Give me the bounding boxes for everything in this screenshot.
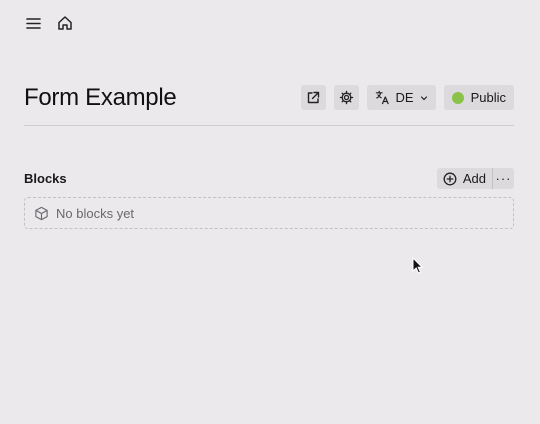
top-bar bbox=[24, 14, 74, 32]
add-block-label: Add bbox=[462, 171, 486, 186]
more-options-button[interactable]: ··· bbox=[493, 168, 514, 189]
empty-blocks-placeholder[interactable]: No blocks yet bbox=[24, 197, 514, 229]
mouse-cursor-icon bbox=[412, 257, 424, 274]
plus-circle-icon bbox=[443, 172, 457, 185]
translate-icon bbox=[375, 90, 389, 105]
settings-button[interactable] bbox=[333, 85, 359, 110]
gear-icon bbox=[339, 90, 353, 105]
language-value: DE bbox=[395, 90, 414, 105]
empty-blocks-text: No blocks yet bbox=[56, 205, 135, 221]
status-label: Public bbox=[470, 90, 506, 105]
open-preview-button[interactable] bbox=[300, 85, 326, 110]
page-header: Form Example DE Public bbox=[24, 82, 514, 126]
blocks-title: Blocks bbox=[24, 171, 67, 186]
add-block-button[interactable]: Add bbox=[437, 168, 492, 189]
external-link-icon bbox=[307, 91, 320, 103]
cube-icon bbox=[35, 206, 48, 220]
home-icon[interactable] bbox=[56, 14, 74, 32]
page-title: Form Example bbox=[24, 83, 177, 111]
add-block-group: Add ··· bbox=[436, 168, 514, 189]
hamburger-menu-icon[interactable] bbox=[24, 14, 42, 32]
status-dot-icon bbox=[451, 91, 464, 104]
blocks-section-header: Blocks Add ··· bbox=[24, 168, 514, 189]
header-actions: DE Public bbox=[300, 85, 514, 110]
status-button[interactable]: Public bbox=[443, 85, 514, 110]
language-select[interactable]: DE bbox=[366, 85, 436, 110]
chevron-down-icon bbox=[420, 95, 427, 100]
